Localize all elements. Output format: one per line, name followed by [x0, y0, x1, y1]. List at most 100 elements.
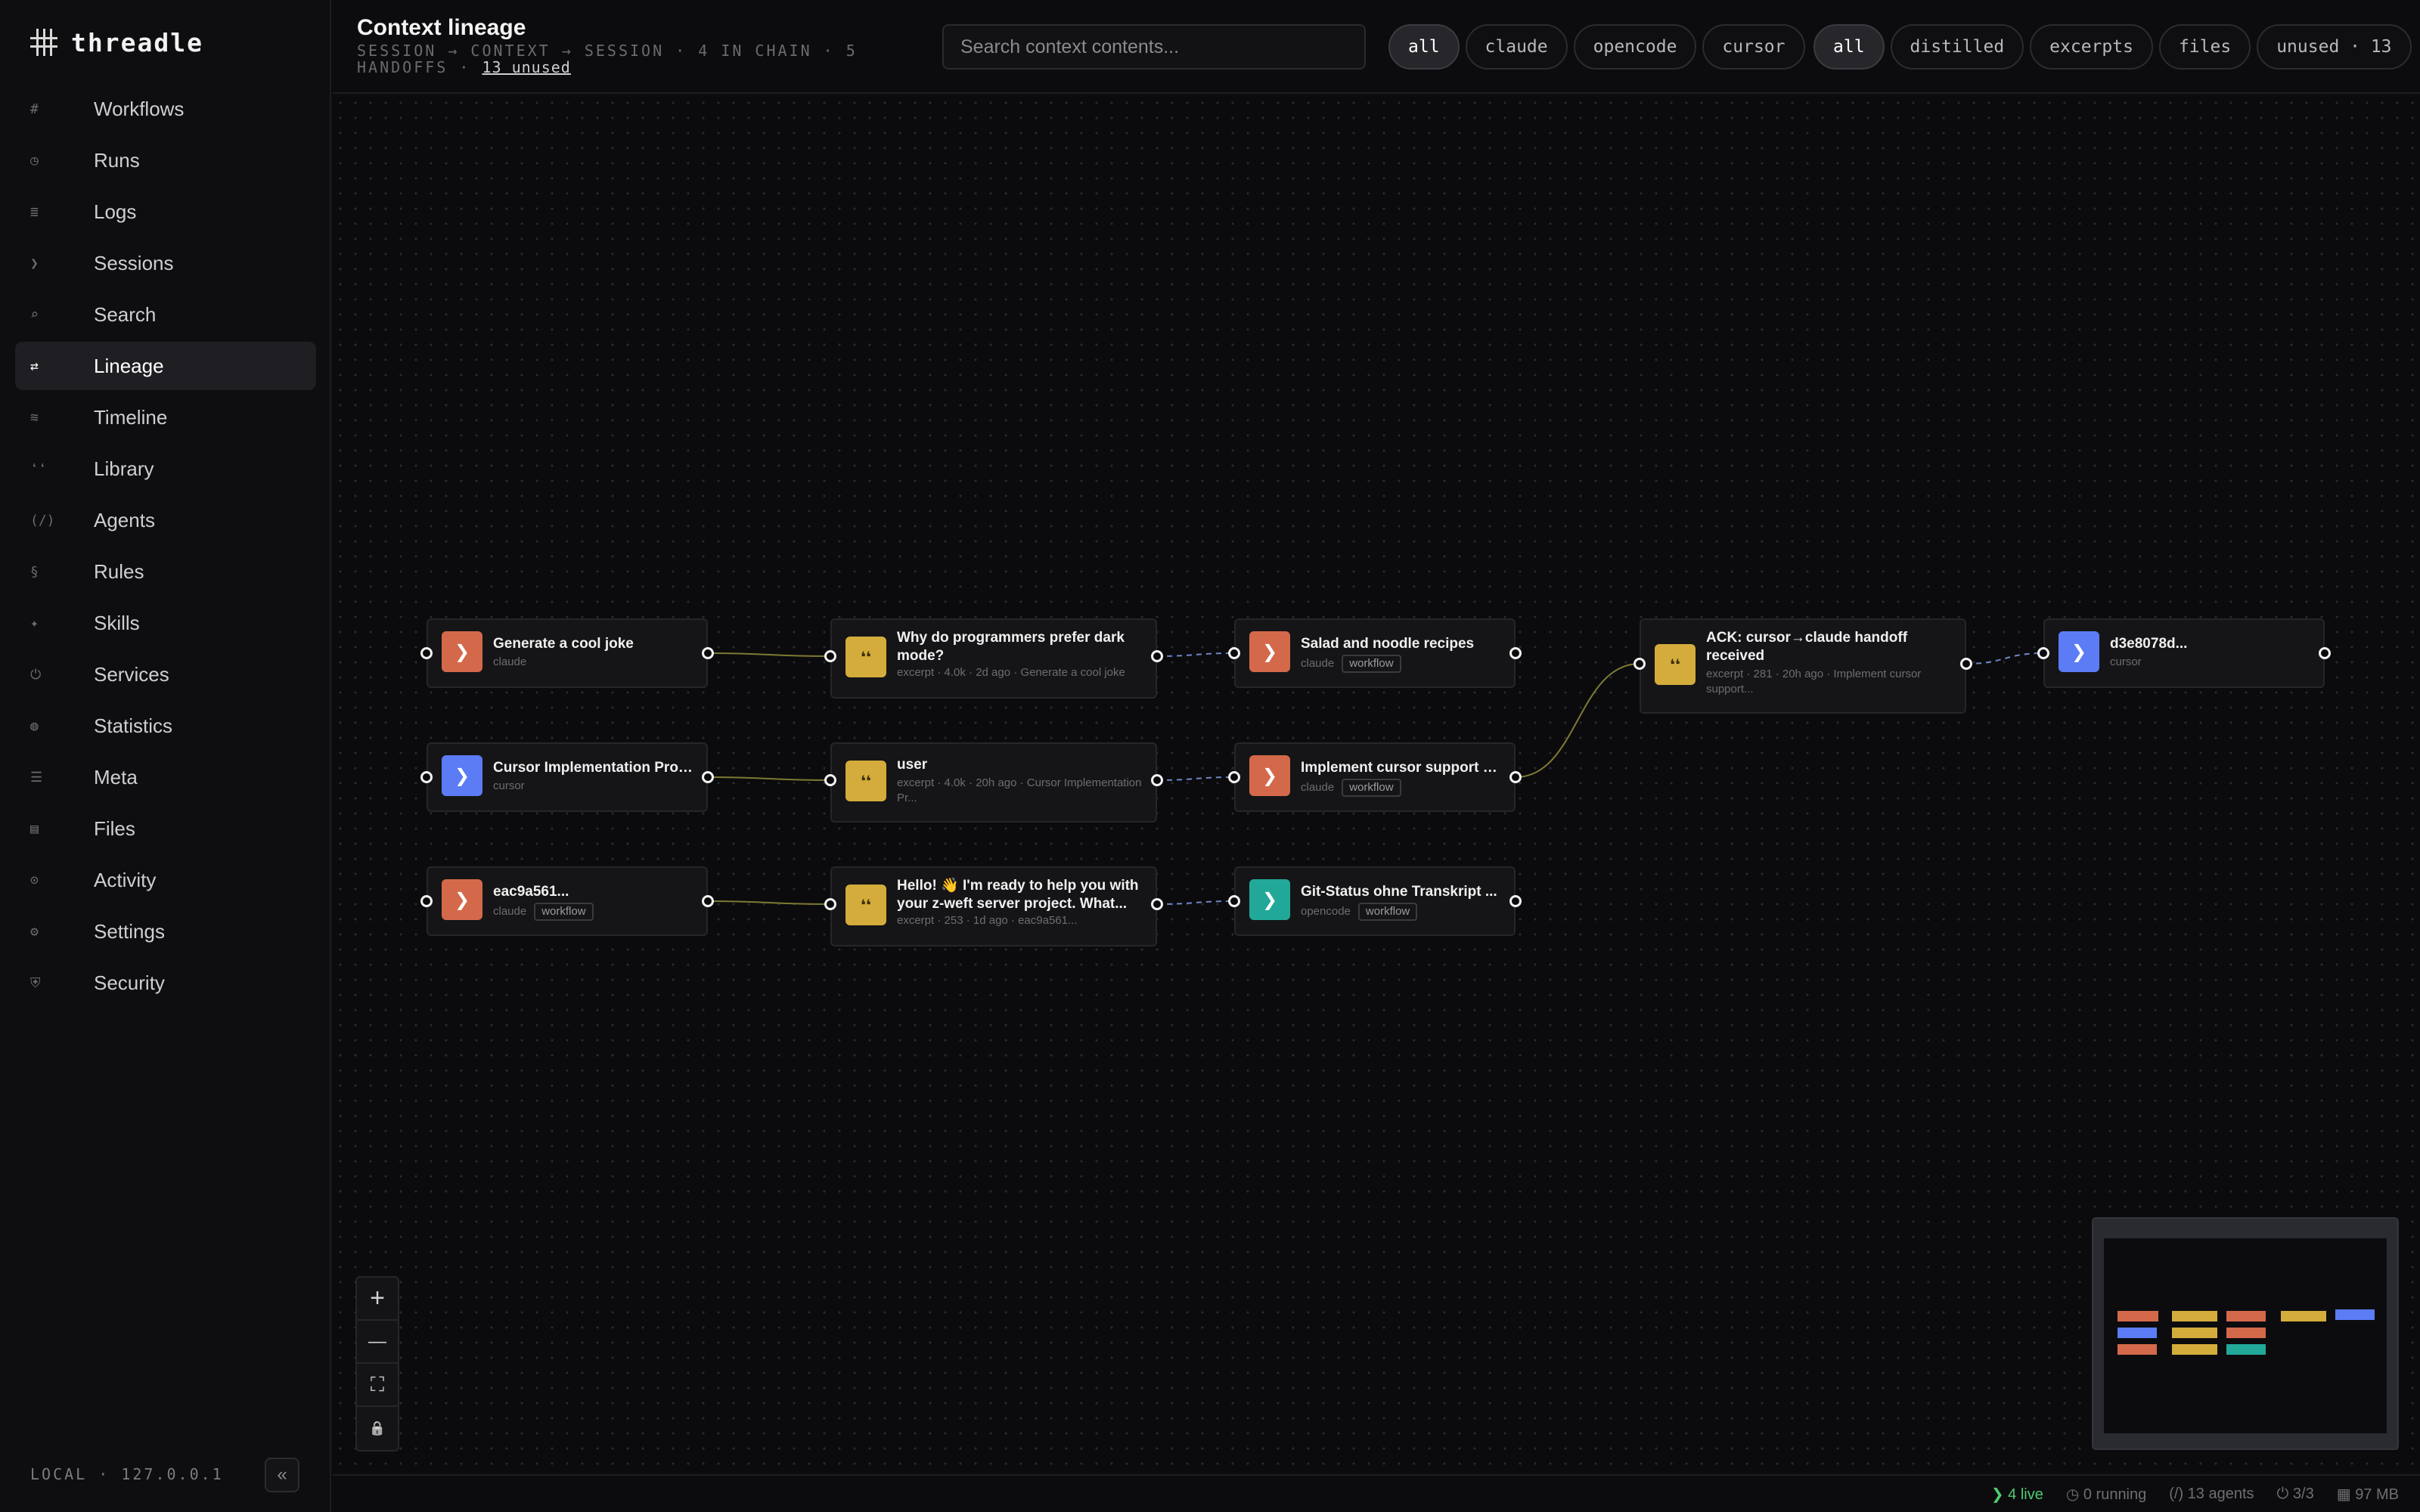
excerpt-node[interactable]: ❛❛ ACK: cursor→claude handoff received exc…	[1640, 618, 1966, 714]
input-port[interactable]	[1228, 895, 1240, 907]
sidebar-item-search[interactable]: ⌕ Search	[15, 290, 316, 339]
terminal-icon: ❯	[442, 755, 482, 796]
brand[interactable]: threadle	[30, 26, 203, 59]
input-port[interactable]	[1228, 647, 1240, 659]
edge-dash	[1156, 652, 1235, 657]
input-port[interactable]	[420, 895, 433, 907]
sidebar-item-agents[interactable]: (/) Agents	[15, 496, 316, 544]
sidebar-item-files[interactable]: ▤ Files	[15, 804, 316, 853]
input-port[interactable]	[824, 898, 836, 910]
output-port[interactable]	[1151, 774, 1163, 786]
agents-status[interactable]: (/) 13 agents	[2169, 1486, 2254, 1503]
sidebar-item-settings[interactable]: ⚙ Settings	[15, 907, 316, 956]
page-header: Context lineage SESSION → CONTEXT → SESS…	[333, 0, 2420, 94]
sidebar-item-timeline[interactable]: ≋ Timeline	[15, 393, 316, 442]
input-port[interactable]	[2037, 647, 2049, 659]
sidebar-item-label: Meta	[94, 765, 138, 789]
agent-filter-claude[interactable]: claude	[1465, 24, 1568, 70]
minimap-node	[2226, 1311, 2266, 1321]
unused-link[interactable]: 13 unused	[482, 58, 570, 76]
meta-icon: ☰	[30, 769, 43, 785]
input-port[interactable]	[420, 647, 433, 659]
sidebar-item-activity[interactable]: ⊙ Activity	[15, 856, 316, 904]
minimap[interactable]	[2092, 1217, 2399, 1450]
sidebar-item-meta[interactable]: ☰ Meta	[15, 753, 316, 801]
session-node[interactable]: ❯ Git-Status ohne Transkript ... opencode w…	[1234, 866, 1516, 936]
session-node[interactable]: ❯ Generate a cool joke claude	[427, 618, 708, 688]
session-node[interactable]: ❯ d3e8078d... cursor	[2043, 618, 2325, 688]
sidebar-item-sessions[interactable]: ❯ Sessions	[15, 239, 316, 287]
sidebar-item-label: Lineage	[94, 354, 164, 377]
zoom-out-button[interactable]: —	[357, 1321, 398, 1364]
sidebar-item-statistics[interactable]: ◍ Statistics	[15, 702, 316, 750]
node-title: Generate a cool joke	[493, 636, 634, 652]
sidebar-item-label: Sessions	[94, 251, 174, 274]
node-meta-text: claude	[493, 655, 527, 668]
zoom-in-button[interactable]: +	[357, 1278, 398, 1321]
search-input[interactable]	[942, 24, 1366, 70]
output-port[interactable]	[702, 771, 714, 783]
running-status[interactable]: ◷ 0 running	[2066, 1485, 2146, 1504]
input-port[interactable]	[420, 771, 433, 783]
input-port[interactable]	[824, 774, 836, 786]
quote-icon: ❛❛	[845, 637, 886, 677]
lock-button[interactable]: 🔒	[357, 1407, 398, 1450]
output-port[interactable]	[1151, 898, 1163, 910]
sidebar-item-lineage[interactable]: ⇄ Lineage	[15, 342, 316, 390]
sidebar-item-library[interactable]: ❛❛ Library	[15, 445, 316, 493]
services-status[interactable]: ⏻ 3/3	[2277, 1486, 2314, 1503]
sidebar-item-security[interactable]: ⛨ Security	[15, 959, 316, 1007]
sidebar-item-skills[interactable]: ✦ Skills	[15, 599, 316, 647]
output-port[interactable]	[1509, 647, 1522, 659]
input-port[interactable]	[1228, 771, 1240, 783]
input-port[interactable]	[1634, 658, 1646, 670]
node-title: Git-Status ohne Transkript ...	[1301, 884, 1497, 900]
minimap-viewport[interactable]	[2104, 1238, 2387, 1433]
page-title: Context lineage	[357, 15, 526, 40]
output-port[interactable]	[702, 647, 714, 659]
node-meta: excerpt · 253 · 1d ago · eac9a561...	[897, 913, 1142, 928]
session-node[interactable]: ❯ Cursor Implementation Proj... cursor	[427, 742, 708, 812]
output-port[interactable]	[2319, 647, 2331, 659]
session-node[interactable]: ❯ Salad and noodle recipes claude workflow	[1234, 618, 1516, 688]
terminal-icon: ❯	[442, 879, 482, 920]
minimap-node	[2226, 1328, 2266, 1338]
sidebar-item-workflows[interactable]: # Workflows	[15, 85, 316, 133]
edge-solid	[1515, 663, 1640, 778]
fit-view-button[interactable]: ⛶	[357, 1364, 398, 1407]
type-filter-all[interactable]: all	[1813, 24, 1885, 70]
output-port[interactable]	[1960, 658, 1972, 670]
type-filter-distilled[interactable]: distilled	[1890, 24, 2024, 70]
input-port[interactable]	[824, 650, 836, 662]
sidebar-item-runs[interactable]: ◷ Runs	[15, 136, 316, 184]
excerpt-node[interactable]: ❛❛ user excerpt · 4.0k · 20h ago · Cursor …	[830, 742, 1157, 823]
output-port[interactable]	[1509, 771, 1522, 783]
output-port[interactable]	[1509, 895, 1522, 907]
live-sessions-status[interactable]: ❯ 4 live	[1991, 1485, 2043, 1504]
collapse-sidebar-button[interactable]: «	[265, 1458, 299, 1492]
node-meta-text: excerpt · 253 · 1d ago · eac9a561...	[897, 914, 1078, 927]
agent-filter-cursor[interactable]: cursor	[1702, 24, 1805, 70]
minimap-node	[2172, 1344, 2217, 1355]
type-filter-excerpts[interactable]: excerpts	[2030, 24, 2153, 70]
sidebar-item-rules[interactable]: § Rules	[15, 547, 316, 596]
output-port[interactable]	[1151, 650, 1163, 662]
type-filter-files[interactable]: files	[2158, 24, 2251, 70]
excerpt-node[interactable]: ❛❛ Hello! 👋 I'm ready to help you with yo…	[830, 866, 1157, 947]
agent-filter-opencode[interactable]: opencode	[1573, 24, 1697, 70]
sidebar-item-services[interactable]: ⏻ Services	[15, 650, 316, 699]
sidebar-item-logs[interactable]: ≣ Logs	[15, 187, 316, 236]
sidebar-item-label: Search	[94, 302, 157, 326]
type-filter-unused[interactable]: unused · 13	[2257, 24, 2412, 70]
session-node[interactable]: ❯ eac9a561... claude workflow	[427, 866, 708, 936]
agent-filter-all[interactable]: all	[1388, 24, 1460, 70]
sidebar-item-label: Files	[94, 816, 135, 840]
files-icon: ▤	[30, 820, 39, 837]
excerpt-node[interactable]: ❛❛ Why do programmers prefer dark mode? ex…	[830, 618, 1157, 699]
output-port[interactable]	[702, 895, 714, 907]
workflows-icon: #	[30, 101, 39, 117]
session-node[interactable]: ❯ Implement cursor support a... claude work…	[1234, 742, 1516, 812]
minimap-node	[2118, 1344, 2157, 1355]
quote-icon: ❛❛	[1655, 644, 1696, 685]
node-meta-text: excerpt · 4.0k · 20h ago · Cursor Implem…	[897, 776, 1142, 804]
